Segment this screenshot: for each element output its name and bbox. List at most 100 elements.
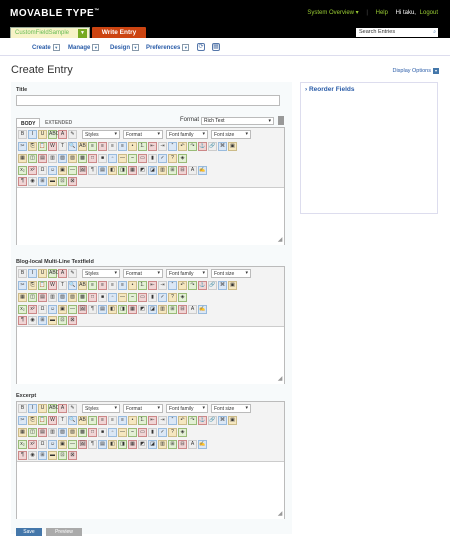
toolbar-button[interactable]: ▣	[228, 142, 237, 151]
toolbar-button[interactable]: ⇥	[158, 142, 167, 151]
resize-handle-icon[interactable]: ◢	[276, 236, 284, 244]
toolbar-button[interactable]: W	[48, 281, 57, 290]
toolbar-button[interactable]: ⊞	[38, 316, 47, 325]
toolbar-button[interactable]: ◉	[28, 451, 37, 460]
format-select[interactable]: Rich Text ▾	[201, 117, 274, 125]
toolbar-button[interactable]: ■	[98, 293, 107, 302]
nav-manage[interactable]: Manage ▼	[68, 44, 100, 51]
toolbar-button[interactable]: •	[128, 142, 137, 151]
toolbar-select-styles[interactable]: Styles ▾	[82, 269, 120, 278]
toolbar-button[interactable]: ✍	[198, 166, 207, 175]
toolbar-button[interactable]: ▬	[48, 451, 57, 460]
toolbar-select-font-family[interactable]: Font family ▾	[166, 269, 208, 278]
toolbar-button[interactable]: 1.	[138, 281, 147, 290]
toolbar-button[interactable]: U	[38, 404, 47, 413]
toolbar-button[interactable]: ▣	[228, 281, 237, 290]
toolbar-button[interactable]: ▥	[48, 154, 57, 163]
toolbar-button[interactable]: B	[18, 269, 27, 278]
toolbar-select-font-size[interactable]: Font size ▾	[211, 130, 251, 139]
toolbar-button[interactable]: ▣	[228, 416, 237, 425]
toolbar-button[interactable]: I	[28, 404, 37, 413]
toolbar-button[interactable]: ¶	[18, 177, 27, 186]
toolbar-button[interactable]: ?	[168, 293, 177, 302]
toolbar-button[interactable]: ▦	[128, 166, 137, 175]
toolbar-button[interactable]: ⌘	[218, 416, 227, 425]
toolbar-button[interactable]: ⊟	[178, 166, 187, 175]
toolbar-button[interactable]: AB	[78, 416, 87, 425]
toolbar-button[interactable]: ◈	[178, 428, 187, 437]
toolbar-button[interactable]: ▬	[48, 177, 57, 186]
toolbar-button[interactable]: ¶	[18, 316, 27, 325]
toolbar-button[interactable]: Ω	[38, 305, 47, 314]
toolbar-button[interactable]: ⌘	[218, 142, 227, 151]
toolbar-button[interactable]: ↷	[188, 281, 197, 290]
toolbar-button[interactable]: □	[88, 293, 97, 302]
toolbar-button[interactable]: ≡	[118, 281, 127, 290]
toolbar-button[interactable]: ⌘	[218, 281, 227, 290]
toolbar-select-format[interactable]: Format ▾	[123, 269, 163, 278]
toolbar-button[interactable]: ⊞	[168, 440, 177, 449]
toolbar-button[interactable]: ⊡	[58, 177, 67, 186]
toolbar-button[interactable]: ▮	[148, 293, 157, 302]
toolbar-button[interactable]: ≡	[118, 142, 127, 151]
toolbar-button[interactable]: ↷	[188, 416, 197, 425]
display-options-link[interactable]: Display Options ▾	[392, 68, 439, 74]
toolbar-button[interactable]: ◫	[28, 154, 37, 163]
resize-handle-icon[interactable]: ◢	[276, 510, 284, 518]
toolbar-button[interactable]: □	[88, 428, 97, 437]
toolbar-button[interactable]: ↶	[178, 281, 187, 290]
toolbar-button[interactable]: A	[58, 130, 67, 139]
toolbar-button[interactable]: ABC	[48, 130, 59, 139]
toolbar-button[interactable]: —	[68, 440, 77, 449]
toolbar-button[interactable]: ⎘	[28, 281, 37, 290]
toolbar-button[interactable]: ⇤	[148, 142, 157, 151]
toolbar-button[interactable]: ✓	[158, 428, 167, 437]
toolbar-button[interactable]: U	[38, 269, 47, 278]
toolbar-button[interactable]: ☺	[48, 440, 57, 449]
toolbar-button[interactable]: ◧	[108, 440, 117, 449]
toolbar-button[interactable]: A	[58, 404, 67, 413]
toolbar-button[interactable]: ▣	[58, 440, 67, 449]
save-button[interactable]: Save	[16, 528, 42, 536]
toolbar-button[interactable]: ■	[98, 428, 107, 437]
toolbar-button[interactable]: A	[58, 269, 67, 278]
toolbar-button[interactable]: ▧	[58, 428, 67, 437]
toolbar-button[interactable]: I	[28, 269, 37, 278]
toolbar-button[interactable]: 🖼	[78, 166, 87, 175]
toolbar-button[interactable]: ▭	[138, 154, 147, 163]
search-icon[interactable]: ⌕	[433, 29, 436, 35]
toolbar-button[interactable]: ◧	[108, 305, 117, 314]
toolbar-button[interactable]: ?	[168, 154, 177, 163]
tab-body[interactable]: BODY	[16, 118, 40, 127]
toolbar-button[interactable]: ≡	[118, 416, 127, 425]
toolbar-button[interactable]: Ω	[38, 440, 47, 449]
toolbar-button[interactable]: ⎘	[28, 142, 37, 151]
toolbar-button[interactable]: ⊞	[168, 305, 177, 314]
toolbar-button[interactable]: ◨	[118, 166, 127, 175]
toolbar-button[interactable]: 🔗	[208, 281, 217, 290]
reorder-fields-link[interactable]: › Reorder Fields	[305, 86, 355, 93]
toolbar-button[interactable]: ■	[98, 154, 107, 163]
help-link[interactable]: Help	[376, 10, 388, 16]
toolbar-button[interactable]: W	[48, 142, 57, 151]
toolbar-button[interactable]: ▬	[48, 316, 57, 325]
nav-design[interactable]: Design ▼	[110, 44, 140, 51]
toolbar-button[interactable]: x²	[28, 166, 37, 175]
toolbar-button[interactable]: ▮	[148, 428, 157, 437]
toolbar-button[interactable]: ¶	[88, 305, 97, 314]
toolbar-button[interactable]: ⊠	[68, 451, 77, 460]
toolbar-button[interactable]: ⊞	[38, 177, 47, 186]
system-overview-link[interactable]: System Overview ▾	[307, 10, 358, 16]
toolbar-button[interactable]: ▩	[78, 293, 87, 302]
editor-text-area[interactable]	[17, 189, 284, 245]
toolbar-button[interactable]: ≡	[108, 281, 117, 290]
toolbar-button[interactable]: B	[18, 404, 27, 413]
toolbar-button[interactable]: ✎	[68, 404, 77, 413]
toolbar-button[interactable]: ✂	[18, 142, 27, 151]
toolbar-button[interactable]: ☺	[48, 166, 57, 175]
toolbar-button[interactable]: ▤	[38, 428, 47, 437]
nav-preferences[interactable]: Preferences ▼	[146, 44, 190, 51]
toolbar-button[interactable]: ▨	[68, 428, 77, 437]
toolbar-button[interactable]: ⎯	[128, 293, 137, 302]
toolbar-button[interactable]: ABC	[48, 269, 59, 278]
